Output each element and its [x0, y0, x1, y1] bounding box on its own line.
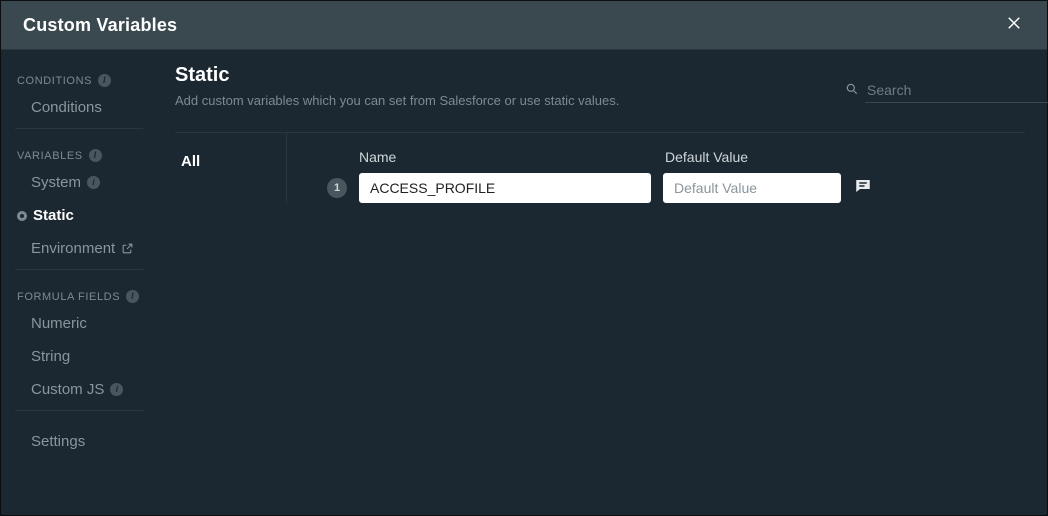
- divider: [15, 410, 143, 411]
- variable-editor: Name Default Value 1: [287, 133, 1025, 203]
- sidebar-heading-label: CONDITIONS: [17, 75, 92, 87]
- comment-button[interactable]: [853, 178, 873, 198]
- info-icon[interactable]: i: [98, 74, 111, 87]
- sidebar-item-label: Conditions: [31, 99, 102, 116]
- modal-header: Custom Variables: [1, 1, 1047, 50]
- sidebar-item-numeric[interactable]: Numeric: [15, 307, 143, 340]
- close-button[interactable]: [1001, 12, 1027, 38]
- close-icon: [1005, 14, 1023, 37]
- divider: [15, 269, 143, 270]
- sidebar-item-settings[interactable]: Settings: [15, 425, 143, 458]
- sidebar-item-customjs[interactable]: Custom JS i: [15, 373, 143, 406]
- search-field: [845, 80, 1025, 103]
- sidebar-heading: FORMULA FIELDS i: [15, 284, 143, 307]
- sidebar-group-conditions: CONDITIONS i Conditions: [15, 68, 143, 129]
- sidebar-item-label: String: [31, 348, 70, 365]
- info-icon[interactable]: i: [110, 383, 123, 396]
- column-label: Default Value: [665, 149, 843, 165]
- main-pane: Static Add custom variables which you ca…: [157, 50, 1047, 515]
- column-header-default: Default Value: [665, 149, 843, 171]
- subnav: All: [175, 133, 287, 203]
- column-headers: Name Default Value: [327, 149, 1025, 171]
- sidebar-group-variables: VARIABLES i System i Static Environment: [15, 143, 143, 270]
- sidebar-heading-label: VARIABLES: [17, 150, 83, 162]
- variable-default-input[interactable]: [663, 173, 841, 203]
- sidebar-group-formula: FORMULA FIELDS i Numeric String Custom J…: [15, 284, 143, 411]
- sidebar-item-label: Environment: [31, 240, 115, 257]
- sidebar-item-label: Settings: [31, 433, 85, 450]
- modal-body: CONDITIONS i Conditions VARIABLES i Syst…: [1, 50, 1047, 515]
- info-icon[interactable]: i: [126, 290, 139, 303]
- sidebar-item-conditions[interactable]: Conditions: [15, 91, 143, 124]
- sidebar-item-string[interactable]: String: [15, 340, 143, 373]
- sidebar-heading: VARIABLES i: [15, 143, 143, 166]
- sidebar-item-environment[interactable]: Environment: [15, 232, 143, 265]
- column-label: Name: [359, 149, 651, 165]
- divider: [15, 128, 143, 129]
- subnav-item-all[interactable]: All: [175, 153, 286, 170]
- comment-icon: [854, 177, 872, 200]
- modal-title: Custom Variables: [23, 15, 177, 36]
- custom-variables-modal: Custom Variables CONDITIONS i Conditions: [0, 0, 1048, 516]
- sidebar-heading-label: FORMULA FIELDS: [17, 291, 120, 303]
- sidebar-heading: CONDITIONS i: [15, 68, 143, 91]
- column-header-name: Name: [359, 149, 651, 171]
- sidebar-item-static[interactable]: Static: [15, 199, 143, 232]
- search-icon: [845, 82, 859, 101]
- active-indicator-icon: [17, 211, 27, 221]
- row-number-badge: 1: [327, 178, 347, 198]
- info-icon[interactable]: i: [87, 176, 100, 189]
- sidebar-item-label: System: [31, 174, 81, 191]
- sidebar-item-system[interactable]: System i: [15, 166, 143, 199]
- info-icon[interactable]: i: [89, 149, 102, 162]
- variable-name-input[interactable]: [359, 173, 651, 203]
- external-link-icon: [121, 242, 134, 255]
- sidebar: CONDITIONS i Conditions VARIABLES i Syst…: [1, 50, 157, 515]
- variable-row: 1: [327, 173, 1025, 203]
- sidebar-item-label: Numeric: [31, 315, 87, 332]
- search-input[interactable]: [865, 80, 1048, 103]
- sidebar-item-label: Static: [33, 207, 74, 224]
- content-area: All Name Default Value 1: [175, 133, 1025, 203]
- sidebar-item-label: Custom JS: [31, 381, 104, 398]
